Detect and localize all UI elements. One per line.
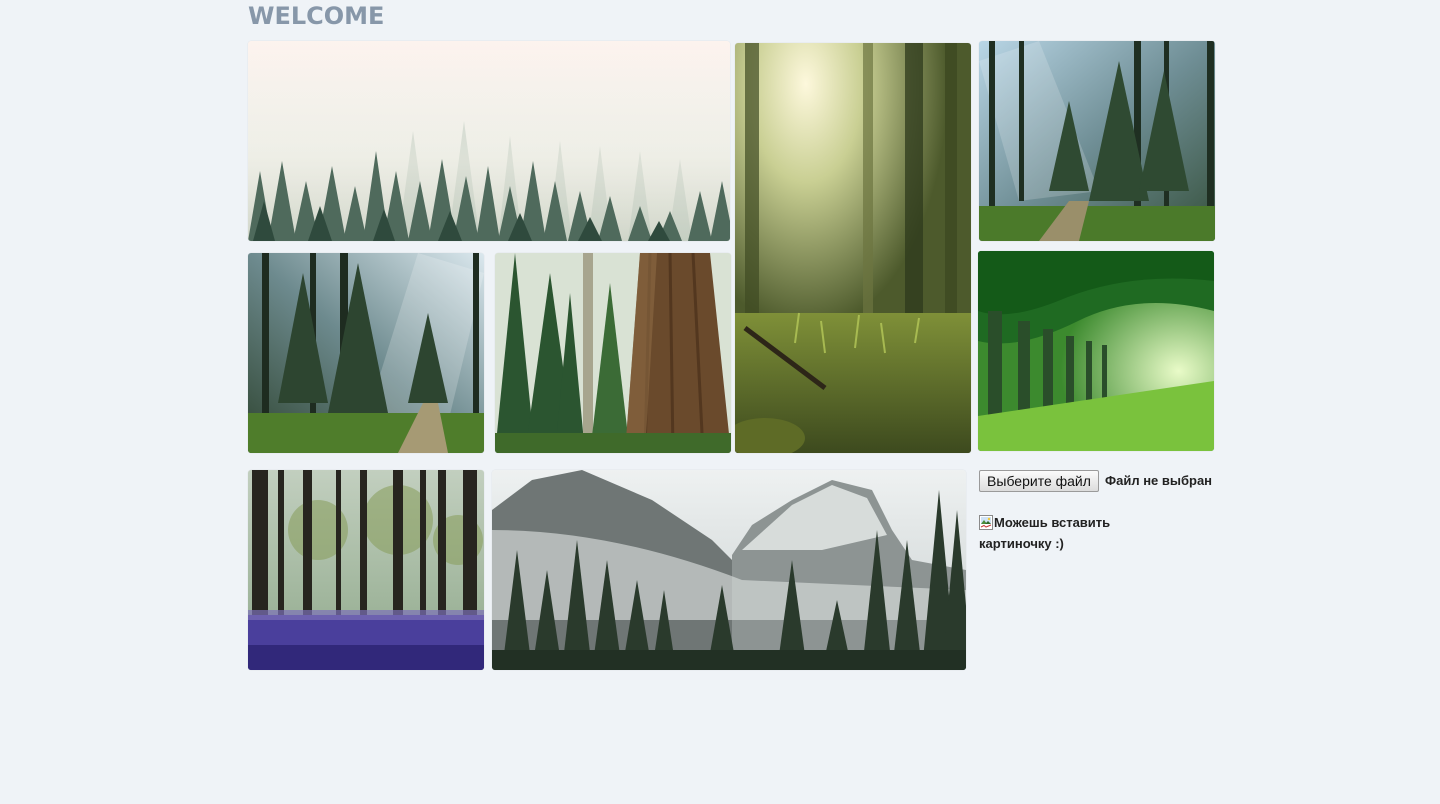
gallery-image-bluebell-forest[interactable] — [248, 470, 484, 670]
gallery-image-giant-sequoia[interactable] — [495, 253, 731, 453]
file-status-text: Файл не выбран — [1105, 473, 1213, 488]
broken-image-icon — [979, 515, 993, 530]
page: WELCOME Выберите файл Файл не выбран Мож… — [0, 0, 1440, 804]
page-title: WELCOME — [248, 2, 385, 30]
gallery-image-forest-path-sunbeams[interactable] — [979, 41, 1215, 241]
preview-image-placeholder: Можешь вставить картиночку :) — [979, 512, 1179, 554]
gallery-image-green-tree-tunnel[interactable] — [978, 251, 1214, 451]
preview-alt-text: Можешь вставить картиночку :) — [979, 515, 1111, 551]
gallery-image-forest-trail-light[interactable] — [248, 253, 484, 453]
choose-file-button[interactable]: Выберите файл — [979, 470, 1099, 492]
gallery-image-misty-forest[interactable] — [248, 41, 730, 241]
gallery-image-yosemite-half-dome[interactable] — [492, 470, 966, 670]
gallery-image-sunlit-forest-floor[interactable] — [735, 43, 971, 453]
